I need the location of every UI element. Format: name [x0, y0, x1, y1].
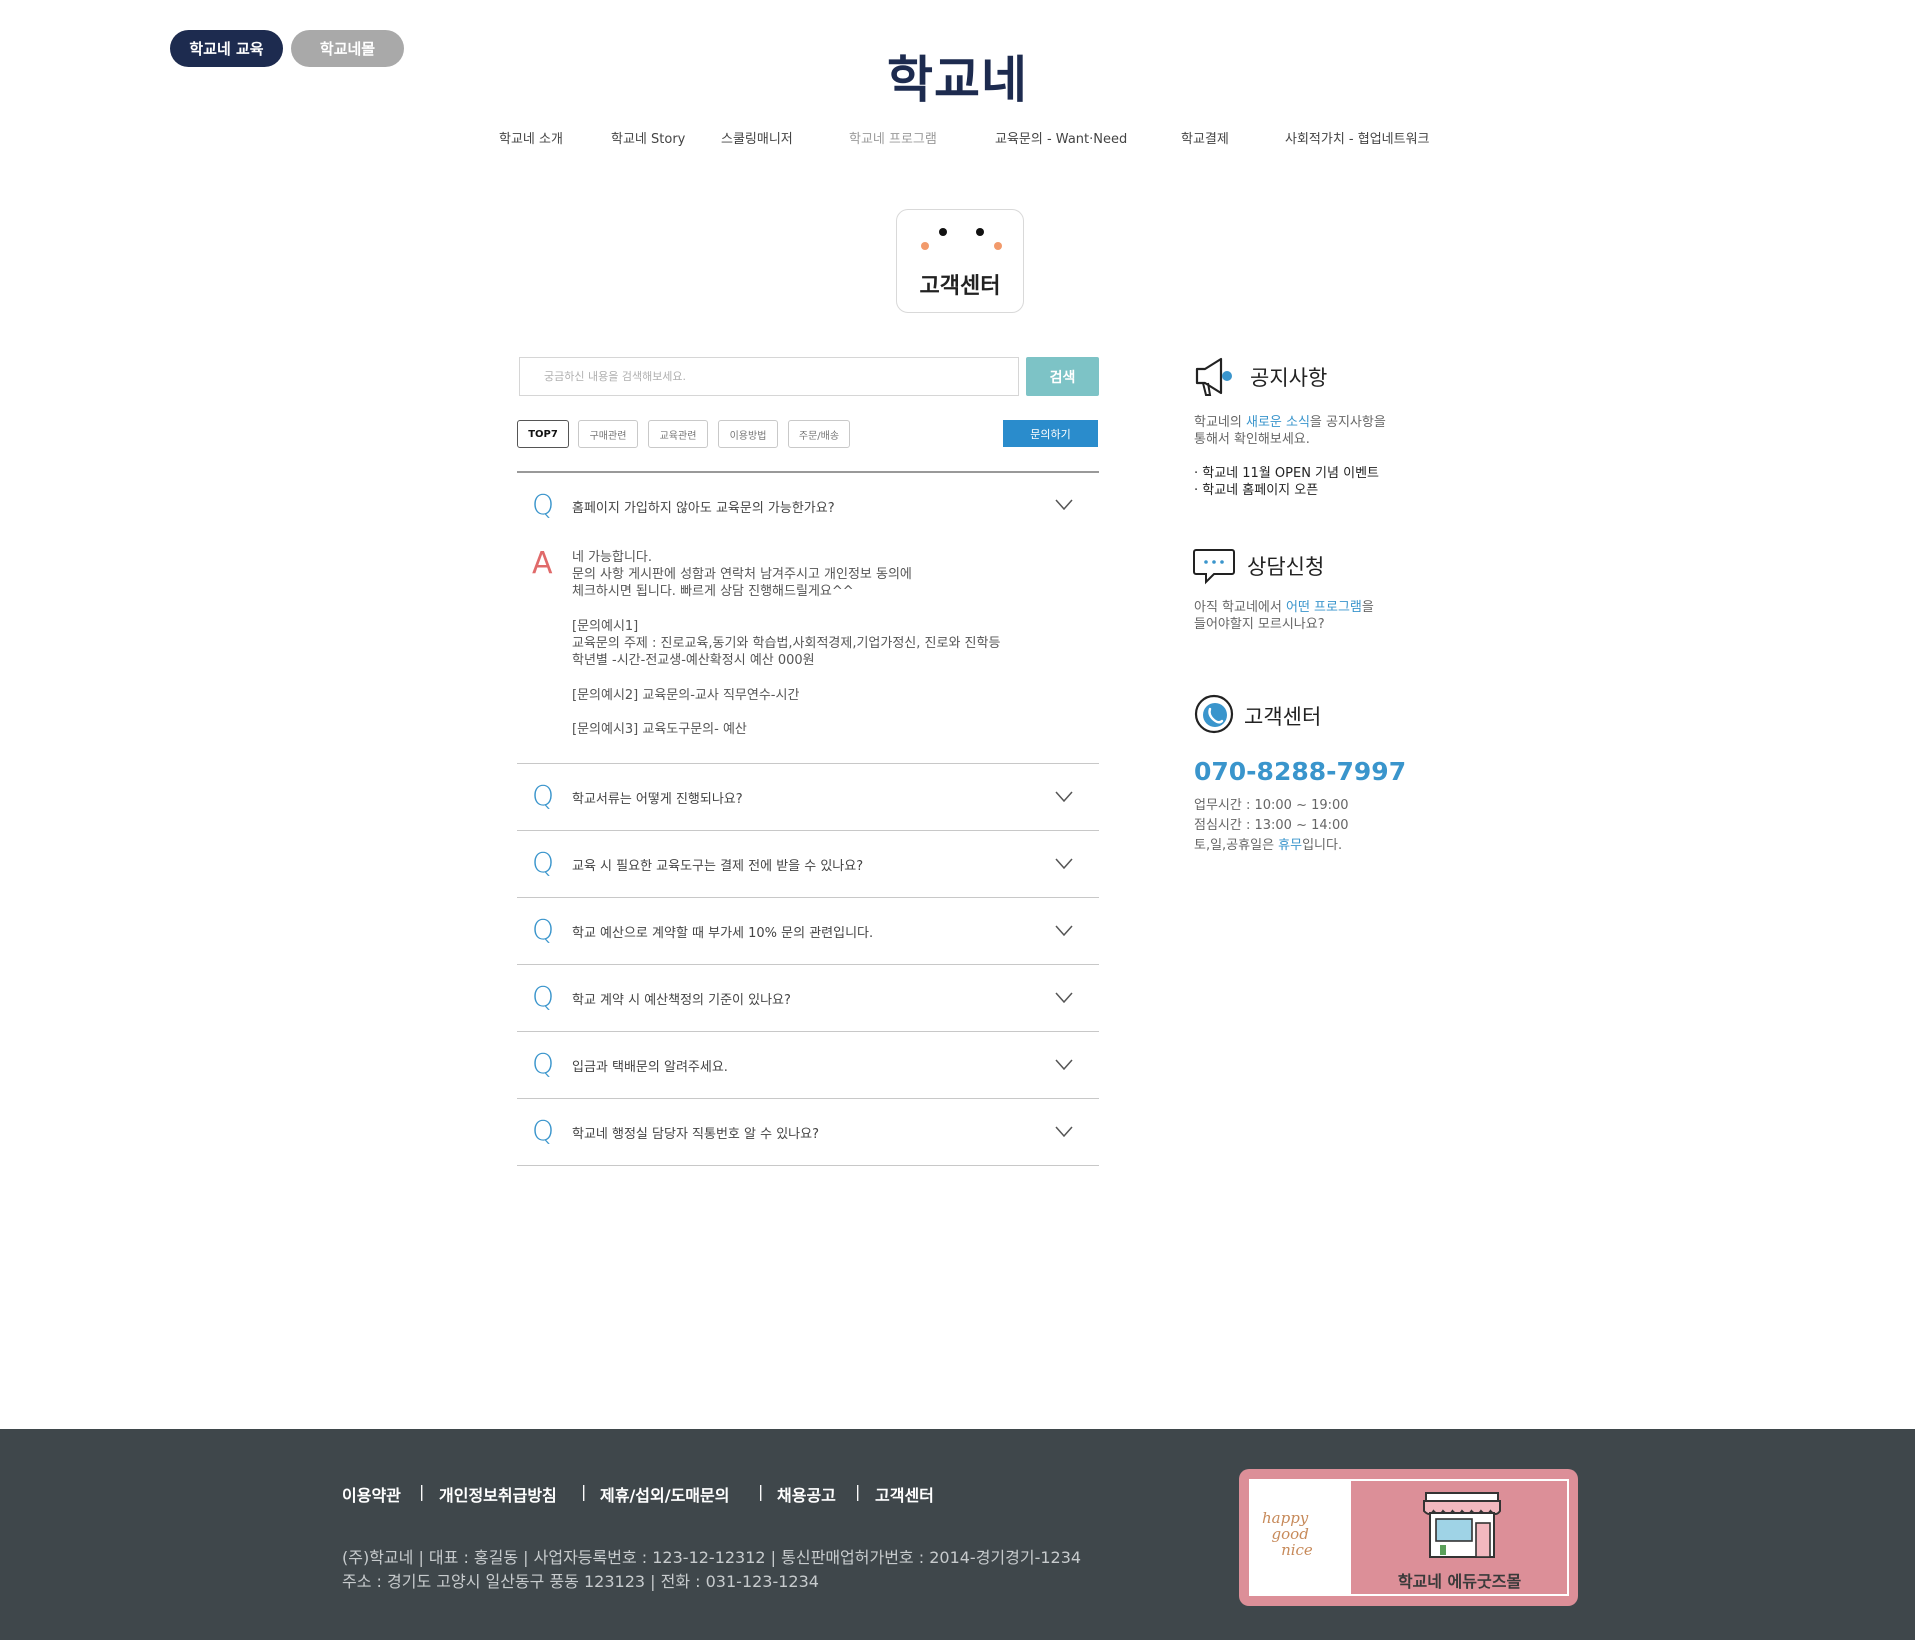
footer-link-terms[interactable]: 이용약관 — [342, 1482, 401, 1506]
face-eye-icon — [939, 228, 947, 236]
faq-divider — [517, 897, 1099, 898]
faq-divider — [517, 830, 1099, 831]
faq-answer-line: 학년별 -시간-전교생-예산확정시 예산 000원 — [572, 653, 815, 668]
center-holiday-post: 입니다. — [1302, 838, 1343, 853]
faq-divider — [517, 1098, 1099, 1099]
nav-item-program[interactable]: 학교네 프로그램 — [849, 128, 937, 147]
shop-icon — [1423, 1492, 1501, 1558]
question-mark-q: Q — [532, 1047, 555, 1080]
chevron-down-icon[interactable] — [1055, 992, 1073, 1004]
center-holiday-highlight: 휴무 — [1278, 838, 1303, 853]
center-holiday: 토,일,공휴일은 휴무입니다. — [1194, 834, 1342, 853]
footer-address-info: 주소 : 경기도 고양시 일산동구 풍동 123123 | 전화 : 031-1… — [342, 1572, 819, 1591]
faq-divider — [517, 1031, 1099, 1032]
chevron-down-icon[interactable] — [1055, 1126, 1073, 1138]
faq-question[interactable]: 학교네 행정실 담당자 직통번호 알 수 있나요? — [572, 1123, 819, 1142]
chat-bubble-icon — [1193, 549, 1235, 585]
answer-mark-a: A — [532, 546, 553, 581]
footer-separator: | — [758, 1482, 764, 1501]
faq-divider — [517, 763, 1099, 764]
footer-separator: | — [419, 1482, 425, 1501]
nav-item-schooling-manager[interactable]: 스쿨링매니저 — [721, 128, 793, 147]
nav-item-education-inquiry[interactable]: 교육문의 - Want·Need — [995, 128, 1127, 147]
chevron-down-icon[interactable] — [1055, 499, 1073, 511]
faq-question[interactable]: 교육 시 필요한 교육도구는 결제 전에 받을 수 있나요? — [572, 855, 863, 874]
footer-separator: | — [855, 1482, 861, 1501]
question-mark-q: Q — [532, 913, 555, 946]
chevron-down-icon[interactable] — [1055, 925, 1073, 937]
consult-desc-2: 들어야할지 모르시나요? — [1194, 617, 1325, 632]
phone-icon — [1194, 694, 1234, 734]
search-button[interactable]: 검색 — [1026, 357, 1099, 396]
nav-item-about[interactable]: 학교네 소개 — [499, 128, 563, 147]
consult-desc-post: 을 — [1361, 600, 1374, 615]
question-mark-q: Q — [532, 846, 555, 879]
question-mark-q: Q — [532, 980, 555, 1013]
face-cheek-icon — [921, 242, 929, 250]
notice-item[interactable]: · 학교네 홈페이지 오픈 — [1194, 479, 1318, 498]
faq-bottom-divider — [517, 1165, 1099, 1166]
category-order-delivery[interactable]: 주문/배송 — [788, 420, 850, 448]
footer-link-privacy[interactable]: 개인정보취급방침 — [439, 1482, 557, 1506]
megaphone-icon — [1195, 357, 1232, 396]
faq-question[interactable]: 학교서류는 어떻게 진행되나요? — [572, 788, 743, 807]
nav-item-social-value[interactable]: 사회적가치 - 협업네트워크 — [1285, 128, 1430, 147]
face-eye-icon — [976, 228, 984, 236]
site-logo[interactable]: 학교네 — [0, 40, 1915, 112]
customer-center-title: 고객센터 — [919, 274, 1001, 299]
faq-answer-line: [문의예시2] 교육문의-교사 직무연수-시간 — [572, 688, 800, 703]
center-holiday-pre: 토,일,공휴일은 — [1194, 838, 1279, 853]
face-cheek-icon — [994, 242, 1002, 250]
faq-question[interactable]: 홈페이지 가입하지 않아도 교육문의 가능한가요? — [572, 497, 835, 516]
center-title[interactable]: 고객센터 — [1244, 701, 1321, 731]
category-purchase[interactable]: 구매관련 — [578, 420, 638, 448]
chevron-down-icon[interactable] — [1055, 858, 1073, 870]
faq-question[interactable]: 학교 계약 시 예산책정의 기준이 있나요? — [572, 989, 791, 1008]
customer-center-card: 고객센터 — [896, 209, 1024, 313]
footer-link-partnership[interactable]: 제휴/섭외/도매문의 — [600, 1482, 729, 1506]
faq-divider — [517, 964, 1099, 965]
ask-question-button[interactable]: 문의하기 — [1003, 420, 1098, 447]
footer-link-recruit[interactable]: 채용공고 — [777, 1482, 836, 1506]
notice-desc-post: 을 공지사항을 — [1309, 415, 1386, 430]
faq-answer-line: 체크하시면 됩니다. 빠르게 상담 진행해드릴게요^^ — [572, 584, 854, 599]
question-mark-q: Q — [532, 1114, 555, 1147]
search-input[interactable]: 궁금하신 내용을 검색해보세요. — [519, 357, 1019, 396]
category-education[interactable]: 교육관련 — [648, 420, 708, 448]
chevron-down-icon[interactable] — [1055, 791, 1073, 803]
banner-label[interactable]: 학교네 에듀굿즈몰 — [1352, 1568, 1567, 1592]
footer-link-customer-center[interactable]: 고객센터 — [875, 1482, 934, 1506]
footer-company-info: (주)학교네 | 대표 : 홍길동 | 사업자등록번호 : 123-12-123… — [342, 1548, 1082, 1567]
question-mark-q: Q — [532, 488, 555, 521]
category-top7[interactable]: TOP7 — [517, 420, 569, 448]
notice-desc-2: 통해서 확인해보세요. — [1194, 432, 1310, 447]
happy-good-nice-logo: happy good nice — [1262, 1509, 1313, 1559]
center-hours: 업무시간 : 10:00 ~ 19:00 — [1194, 798, 1349, 813]
notice-title[interactable]: 공지사항 — [1250, 362, 1327, 392]
nav-item-school-payment[interactable]: 학교결제 — [1181, 128, 1229, 147]
question-mark-q: Q — [532, 779, 555, 812]
center-phone[interactable]: 070-8288-7997 — [1194, 757, 1406, 786]
chevron-down-icon[interactable] — [1055, 1059, 1073, 1071]
category-usage[interactable]: 이용방법 — [718, 420, 778, 448]
nav-item-story[interactable]: 학교네 Story — [611, 128, 685, 147]
faq-answer-line: [문의예시3] 교육도구문의- 예산 — [572, 722, 747, 737]
footer — [0, 1429, 1915, 1640]
center-lunch: 점심시간 : 13:00 ~ 14:00 — [1194, 818, 1349, 833]
faq-question[interactable]: 학교 예산으로 계약할 때 부가세 10% 문의 관련입니다. — [572, 922, 873, 941]
faq-question[interactable]: 입금과 택배문의 알려주세요. — [572, 1056, 728, 1075]
faq-top-divider — [517, 471, 1099, 473]
consult-title[interactable]: 상담신청 — [1247, 551, 1324, 581]
footer-separator: | — [581, 1482, 587, 1501]
